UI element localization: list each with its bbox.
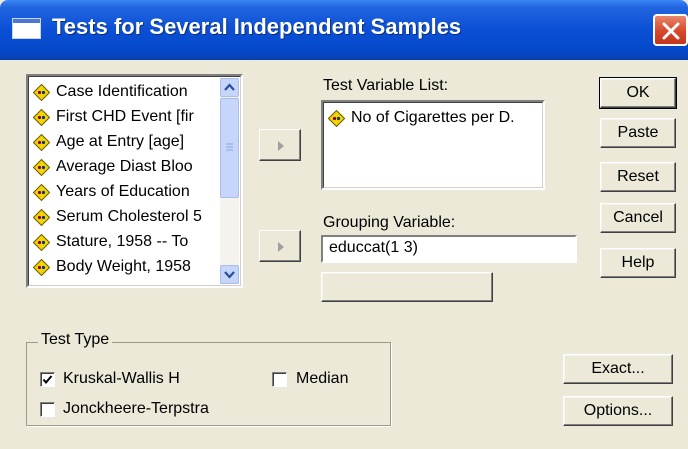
list-item[interactable]: Average Diast Bloo xyxy=(33,155,193,179)
move-to-grouping-button[interactable] xyxy=(259,230,301,262)
dialog-body: Body Weight, 1958 Stature, 1958 -- To Seru… xyxy=(0,60,688,449)
list-item-label: Years of Education xyxy=(56,183,190,200)
grouping-variable-label: Grouping Variable: xyxy=(323,214,456,231)
jonckheere-terpstra-label: Jonckheere-Terpstra xyxy=(63,400,209,417)
list-item[interactable]: No of Cigarettes per D. xyxy=(328,106,515,130)
test-type-label: Test Type xyxy=(38,331,113,349)
move-to-test-list-button[interactable] xyxy=(259,129,301,161)
grip-icon xyxy=(226,143,233,151)
close-button[interactable] xyxy=(653,14,688,46)
variable-icon xyxy=(33,83,50,101)
list-item[interactable]: Case Identification xyxy=(33,80,188,104)
list-item[interactable]: Body Weight, 1958 xyxy=(33,255,191,279)
variable-icon xyxy=(33,108,50,126)
list-item-label: No of Cigarettes per D. xyxy=(351,109,515,126)
variable-icon xyxy=(33,208,50,226)
options-button[interactable]: Options... xyxy=(563,396,673,426)
list-item-label: Body Weight, 1958 xyxy=(56,258,191,275)
cancel-button[interactable]: Cancel xyxy=(600,203,676,233)
chevron-up-icon xyxy=(224,83,235,91)
list-item[interactable]: First CHD Event [fir xyxy=(33,105,194,129)
reset-button[interactable]: Reset xyxy=(600,162,676,192)
kruskal-wallis-checkbox[interactable] xyxy=(40,372,55,387)
paste-button[interactable]: Paste xyxy=(600,118,676,148)
median-checkbox[interactable] xyxy=(272,372,287,387)
ok-button[interactable]: OK xyxy=(599,77,677,109)
list-item-label: Case Identification xyxy=(56,83,188,100)
grouping-variable-field[interactable]: educcat(1 3) xyxy=(321,235,577,263)
jonckheere-terpstra-checkbox[interactable] xyxy=(40,402,55,417)
variable-icon xyxy=(328,109,345,127)
exact-button[interactable]: Exact... xyxy=(563,354,673,384)
test-variable-label: Test Variable List: xyxy=(323,77,449,94)
scroll-down-button[interactable] xyxy=(220,265,239,284)
close-icon xyxy=(662,22,680,40)
variable-icon xyxy=(33,133,50,151)
list-item[interactable]: Stature, 1958 -- To xyxy=(33,230,188,254)
right-arrow-icon xyxy=(278,141,284,151)
list-item-label: Age at Entry [age] xyxy=(56,133,185,150)
source-variable-list[interactable]: Body Weight, 1958 Stature, 1958 -- To Seru… xyxy=(26,74,243,288)
kruskal-wallis-label: Kruskal-Wallis H xyxy=(63,370,180,387)
test-variable-list[interactable]: No of Cigarettes per D. xyxy=(321,100,545,190)
variable-icon xyxy=(33,158,50,176)
window-title: Tests for Several Independent Samples xyxy=(52,14,462,39)
list-item-label: First CHD Event [fir xyxy=(56,108,194,125)
list-item-label: Stature, 1958 -- To xyxy=(56,233,189,250)
scrollbar[interactable] xyxy=(220,78,239,284)
define-range-button[interactable] xyxy=(321,272,493,302)
variable-icon xyxy=(33,233,50,251)
scroll-thumb[interactable] xyxy=(220,98,239,198)
scroll-up-button[interactable] xyxy=(220,78,239,97)
list-item-label: Average Diast Bloo xyxy=(56,158,193,175)
median-label: Median xyxy=(296,370,349,387)
window-icon xyxy=(12,18,41,39)
variable-icon xyxy=(33,258,50,276)
variable-icon xyxy=(33,183,50,201)
list-item[interactable]: Age at Entry [age] xyxy=(33,130,184,154)
help-button[interactable]: Help xyxy=(600,248,676,278)
chevron-down-icon xyxy=(224,271,235,279)
list-item[interactable]: Serum Cholesterol 5 xyxy=(33,205,202,229)
title-bar[interactable]: Tests for Several Independent Samples xyxy=(0,0,688,60)
list-item-label: Serum Cholesterol 5 xyxy=(56,208,202,225)
checkmark-icon xyxy=(42,375,53,385)
right-arrow-icon xyxy=(278,242,284,252)
list-item[interactable]: Years of Education xyxy=(33,180,190,204)
